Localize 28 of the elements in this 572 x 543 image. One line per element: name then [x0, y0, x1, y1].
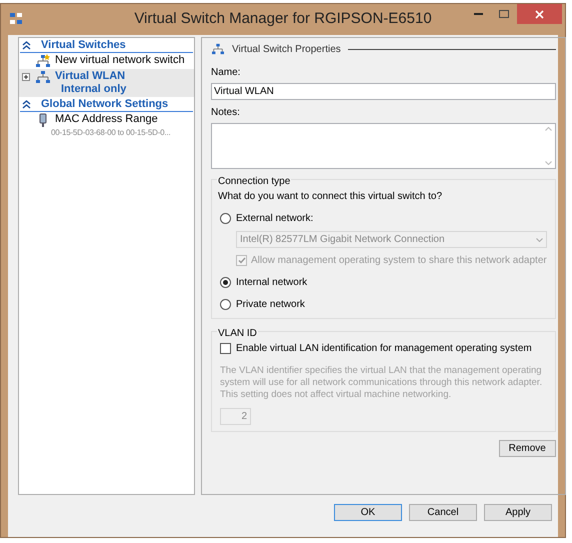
section-title: Global Network Settings — [41, 97, 168, 112]
checkbox-label: Allow management operating system to share this network adapter — [251, 254, 547, 268]
dialog-button[interactable]: OK — [334, 504, 402, 521]
section-heading: Virtual Switch Properties — [232, 42, 341, 56]
section-title: Virtual Switches — [41, 38, 126, 54]
sidebar-item[interactable]: Virtual WLAN Internal only — [19, 69, 194, 97]
sidebar-item[interactable]: MAC Address Range 00-15-5D-03-68-00 to 00-15-5D-0... — [19, 112, 194, 140]
dialog-button[interactable]: Cancel — [409, 504, 477, 521]
remove-button[interactable]: Remove — [498, 440, 556, 457]
section-header[interactable]: Virtual Switches — [20, 39, 193, 53]
item-label: Virtual WLAN — [55, 70, 126, 83]
section-header[interactable]: Global Network Settings — [20, 98, 193, 112]
description-text: The VLAN identifier specifies the virtual LAN that the management operating system will use for all network communications through this network adapter. This setting does not affect virtual machine networking. — [220, 365, 544, 401]
sidebar-item[interactable]: New virtual network switch — [19, 53, 194, 69]
item-label: New virtual network switch — [55, 54, 185, 67]
question-text: What do you want to connect this virtual switch to? — [218, 190, 443, 204]
dialog-button[interactable]: Apply — [484, 504, 552, 521]
field-label: Notes: — [211, 106, 241, 120]
item-detail: Internal only — [61, 83, 126, 96]
option-label: External network: — [236, 212, 314, 226]
window-title: Virtual Switch Manager for RGIPSON-E6510 — [134, 9, 432, 30]
option-label: Internal network — [236, 276, 308, 290]
name-field[interactable]: Virtual WLAN — [211, 83, 556, 100]
field-label: Name: — [211, 66, 242, 80]
checkbox-label: Enable virtual LAN identification for management operating system — [236, 342, 532, 356]
item-label: MAC Address Range — [55, 113, 159, 126]
group-title: Connection type — [217, 174, 292, 189]
option-label: Private network — [236, 298, 305, 312]
